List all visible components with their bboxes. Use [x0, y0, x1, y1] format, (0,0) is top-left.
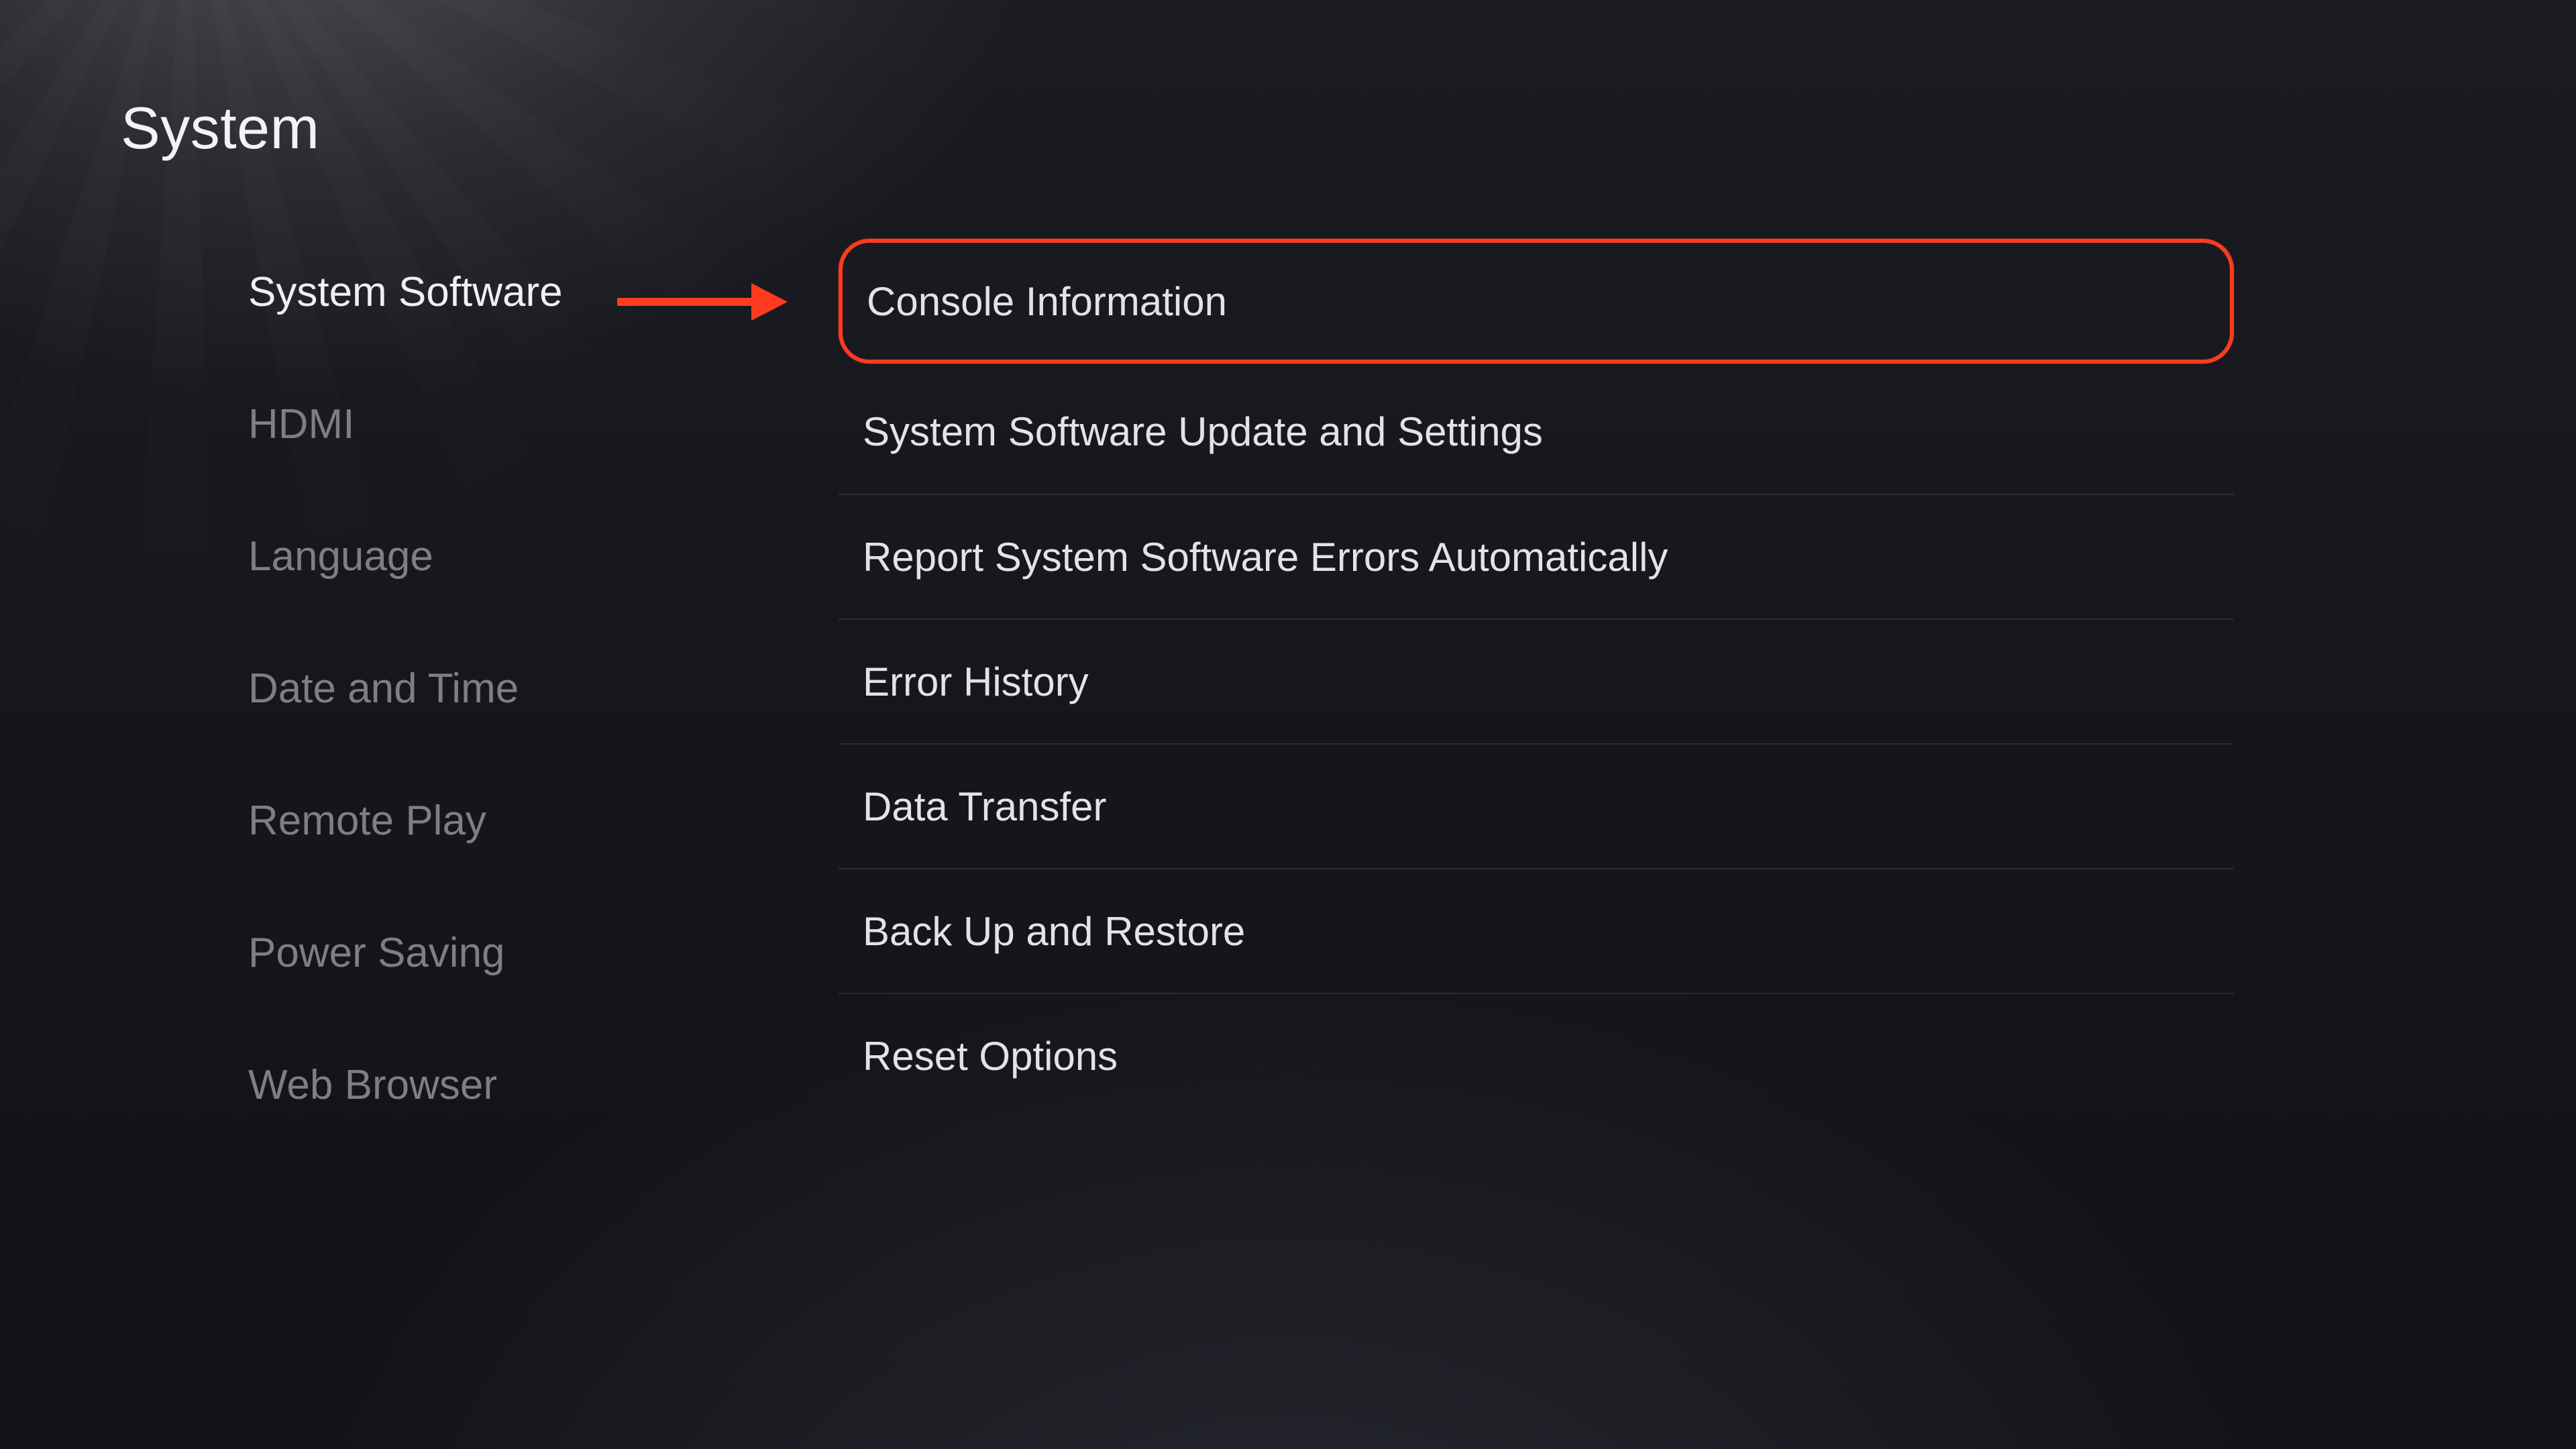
content-item-error-history[interactable]: Error History [839, 619, 2234, 743]
content-item-data-transfer[interactable]: Data Transfer [839, 743, 2234, 868]
sidebar-item-web-browser[interactable]: Web Browser [248, 1061, 758, 1109]
content-item-system-software-update-and-settings[interactable]: System Software Update and Settings [839, 369, 2234, 494]
content-item-label: Back Up and Restore [863, 908, 1245, 955]
sidebar-item-label: System Software [248, 269, 563, 315]
content-item-label: Data Transfer [863, 784, 1107, 830]
content-item-label: Console Information [867, 278, 1227, 325]
sidebar-item-hdmi[interactable]: HDMI [248, 400, 758, 448]
sidebar-item-label: Remote Play [248, 798, 486, 844]
content-item-label: Report System Software Errors Automatica… [863, 534, 1668, 580]
page-title: System [121, 94, 319, 162]
sidebar-item-language[interactable]: Language [248, 533, 758, 580]
sidebar-item-system-software[interactable]: System Software [248, 268, 758, 316]
content-list: Console Information System Software Upda… [839, 239, 2234, 1118]
content-item-label: System Software Update and Settings [863, 409, 1543, 455]
sidebar-item-label: Web Browser [248, 1062, 497, 1108]
sidebar-item-label: Power Saving [248, 930, 505, 976]
sidebar-item-date-and-time[interactable]: Date and Time [248, 665, 758, 712]
content-item-back-up-and-restore[interactable]: Back Up and Restore [839, 868, 2234, 993]
sidebar-item-label: Language [248, 533, 433, 580]
content-item-console-information[interactable]: Console Information [839, 239, 2234, 364]
content-item-label: Error History [863, 659, 1089, 705]
sidebar-item-power-saving[interactable]: Power Saving [248, 929, 758, 977]
sidebar-item-remote-play[interactable]: Remote Play [248, 797, 758, 845]
sidebar-item-label: Date and Time [248, 665, 519, 712]
sidebar: System Software HDMI Language Date and T… [248, 268, 758, 1109]
content-item-reset-options[interactable]: Reset Options [839, 993, 2234, 1118]
content-item-report-system-software-errors-automatically[interactable]: Report System Software Errors Automatica… [839, 494, 2234, 619]
content-item-label: Reset Options [863, 1033, 1118, 1079]
sidebar-item-label: HDMI [248, 401, 354, 447]
